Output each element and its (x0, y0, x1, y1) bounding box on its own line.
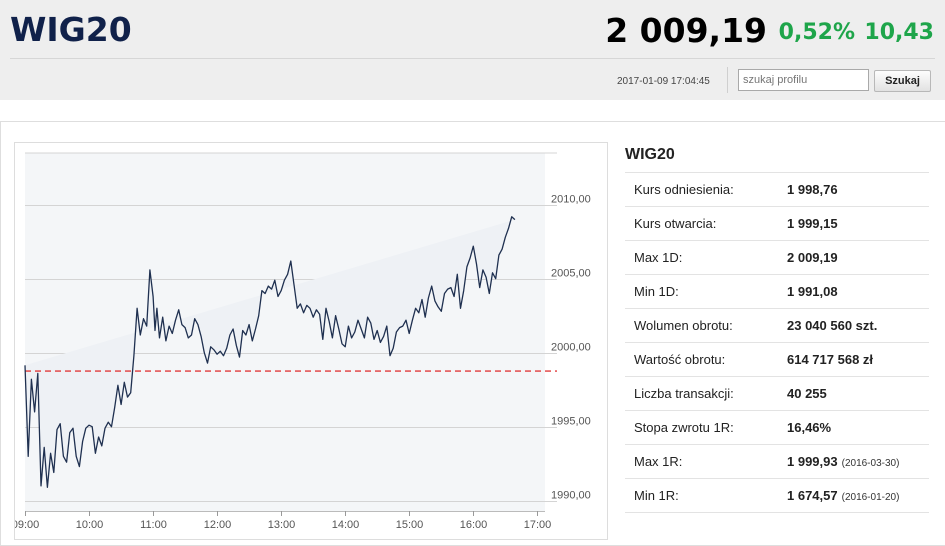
y-tick-label: 2005,00 (551, 268, 591, 280)
detail-value-cell: 23 040 560 szt. (787, 308, 929, 343)
detail-label: Max 1D: (625, 240, 787, 275)
detail-value-cell: 1 998,76 (787, 172, 929, 207)
intraday-chart-svg: 1990,00 1995,00 2000,00 2005,00 2010,00 09:00… (15, 152, 591, 531)
header-divider (10, 58, 935, 59)
detail-value-cell: 16,46% (787, 410, 929, 445)
toolbar-separator (727, 67, 728, 93)
intraday-chart: 1990,00 1995,00 2000,00 2005,00 2010,00 09:00… (14, 142, 608, 540)
quote-header: WIG20 2 009,19 0,52% 10,43 2017-01-09 17… (0, 0, 945, 100)
x-tick-label: 17:00 (524, 519, 552, 531)
x-tick-label: 11:00 (140, 519, 167, 531)
detail-label: Min 1R: (625, 478, 787, 513)
detail-row: Max 1D: 2 009,19 (625, 240, 929, 275)
x-tick-label: 14:00 (332, 519, 360, 531)
detail-row: Wartość obrotu: 614 717 568 zł (625, 342, 929, 377)
detail-value-cell: 2 009,19 (787, 240, 929, 275)
x-tick-label: 10:00 (76, 519, 104, 531)
detail-label: Wolumen obrotu: (625, 308, 787, 343)
search-button[interactable]: Szukaj (874, 70, 931, 92)
detail-value-cell: 614 717 568 zł (787, 342, 929, 377)
detail-value: 1 999,93 (787, 454, 838, 469)
detail-date: (2016-01-20) (841, 492, 900, 503)
detail-value-cell: 1 999,15 (787, 206, 929, 241)
x-tick-label: 16:00 (460, 519, 488, 531)
change-percent: 0,52% (778, 20, 855, 45)
detail-value: 16,46% (787, 420, 832, 435)
detail-value: 1 999,15 (787, 216, 838, 231)
y-tick-label: 2010,00 (551, 194, 591, 206)
detail-row: Stopa zwrotu 1R: 16,46% (625, 410, 929, 445)
x-tick-label: 15:00 (396, 519, 424, 531)
quote-timestamp: 2017-01-09 17:04:45 (617, 76, 710, 87)
x-tick-label: 12:00 (204, 519, 232, 531)
profile-search-input[interactable] (738, 69, 869, 91)
detail-label: Wartość obrotu: (625, 342, 787, 377)
detail-label: Kurs otwarcia: (625, 206, 787, 241)
info-title: WIG20 (625, 146, 675, 163)
quote-details-table: Kurs odniesienia: 1 998,76 Kurs otwarcia: 1… (625, 172, 929, 513)
y-tick-label: 2000,00 (551, 342, 591, 354)
detail-value: 614 717 568 zł (787, 352, 874, 367)
current-price: 2 009,19 (605, 11, 767, 50)
detail-value: 2 009,19 (787, 250, 838, 265)
detail-date: (2016-03-30) (841, 458, 900, 469)
x-tick-label: 13:00 (268, 519, 296, 531)
y-tick-label: 1990,00 (551, 490, 591, 502)
detail-value: 1 991,08 (787, 284, 838, 299)
detail-value-cell: 1 674,57 (2016-01-20) (787, 478, 929, 513)
detail-value-cell: 1 999,93 (2016-03-30) (787, 444, 929, 479)
change-absolute: 10,43 (864, 20, 934, 45)
detail-value: 1 674,57 (787, 488, 838, 503)
detail-value-cell: 40 255 (787, 376, 929, 411)
detail-row: Kurs odniesienia: 1 998,76 (625, 172, 929, 207)
detail-label: Max 1R: (625, 444, 787, 479)
detail-row: Max 1R: 1 999,93 (2016-03-30) (625, 444, 929, 479)
detail-label: Liczba transakcji: (625, 376, 787, 411)
detail-label: Min 1D: (625, 274, 787, 309)
detail-value: 40 255 (787, 386, 827, 401)
index-title: WIG20 (10, 10, 132, 49)
plot-area (25, 153, 545, 511)
detail-row: Liczba transakcji: 40 255 (625, 376, 929, 411)
detail-row: Min 1D: 1 991,08 (625, 274, 929, 309)
y-tick-label: 1995,00 (551, 416, 591, 428)
detail-label: Kurs odniesienia: (625, 172, 787, 207)
detail-value: 23 040 560 szt. (787, 318, 878, 333)
x-tick-label: 09:00 (15, 519, 39, 531)
detail-row: Wolumen obrotu: 23 040 560 szt. (625, 308, 929, 343)
detail-row: Kurs otwarcia: 1 999,15 (625, 206, 929, 241)
detail-label: Stopa zwrotu 1R: (625, 410, 787, 445)
detail-value: 1 998,76 (787, 182, 838, 197)
detail-value-cell: 1 991,08 (787, 274, 929, 309)
detail-row: Min 1R: 1 674,57 (2016-01-20) (625, 478, 929, 513)
